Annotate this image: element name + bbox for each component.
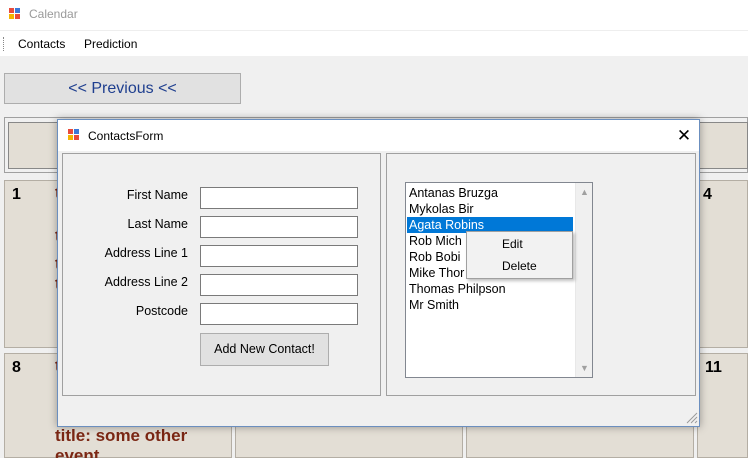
main-title-bar: Calendar [0, 0, 748, 30]
context-menu-edit[interactable]: Edit [502, 237, 523, 251]
day-number: 4 [703, 186, 712, 203]
menu-grip-icon [3, 37, 6, 51]
address-line-1-label: Address Line 1 [104, 246, 188, 260]
resize-grip-icon[interactable] [684, 410, 698, 424]
day-number: 8 [12, 359, 21, 376]
close-icon[interactable]: ✕ [670, 123, 698, 149]
address-line-2-label: Address Line 2 [104, 275, 188, 289]
first-name-field[interactable] [200, 187, 358, 209]
day-cell-4[interactable] [697, 180, 748, 348]
list-item[interactable]: Antanas Bruzga [407, 185, 573, 201]
dialog-title-bar[interactable]: ContactsForm ✕ [58, 120, 699, 151]
event-title-cut: event [55, 446, 100, 458]
previous-button[interactable]: << Previous << [4, 73, 241, 104]
contacts-listbox[interactable]: Antanas Bruzga Mykolas Bir Agata Robins … [405, 182, 593, 378]
first-name-label: First Name [126, 188, 188, 202]
contact-context-menu: Edit Delete [466, 231, 573, 279]
event-title: title: some other [55, 426, 188, 445]
app-icon [68, 129, 82, 142]
last-name-field[interactable] [200, 216, 358, 238]
dialog-title: ContactsForm [88, 129, 164, 143]
contacts-form-dialog: ContactsForm ✕ [57, 119, 700, 427]
last-name-label: Last Name [127, 217, 188, 231]
menu-contacts[interactable]: Contacts [18, 37, 65, 51]
postcode-field[interactable] [200, 303, 358, 325]
day-number: 11 [705, 359, 722, 376]
window-title: Calendar [29, 7, 78, 21]
address-line-2-field[interactable] [200, 274, 358, 296]
menu-prediction[interactable]: Prediction [84, 37, 137, 51]
scroll-down-icon[interactable]: ▼ [576, 361, 592, 375]
app-icon [9, 8, 23, 21]
address-line-1-field[interactable] [200, 245, 358, 267]
listbox-scrollbar[interactable]: ▲ ▼ [575, 183, 592, 377]
postcode-label: Postcode [135, 304, 188, 318]
list-item[interactable]: Mykolas Bir [407, 201, 573, 217]
list-item[interactable]: Thomas Philpson [407, 281, 573, 297]
menu-bar: Contacts Prediction [0, 30, 748, 56]
scroll-up-icon[interactable]: ▲ [576, 185, 592, 199]
add-new-contact-button[interactable]: Add New Contact! [200, 333, 329, 366]
context-menu-delete[interactable]: Delete [502, 259, 537, 273]
day-number: 1 [12, 186, 21, 203]
list-item[interactable]: Mr Smith [407, 297, 573, 313]
